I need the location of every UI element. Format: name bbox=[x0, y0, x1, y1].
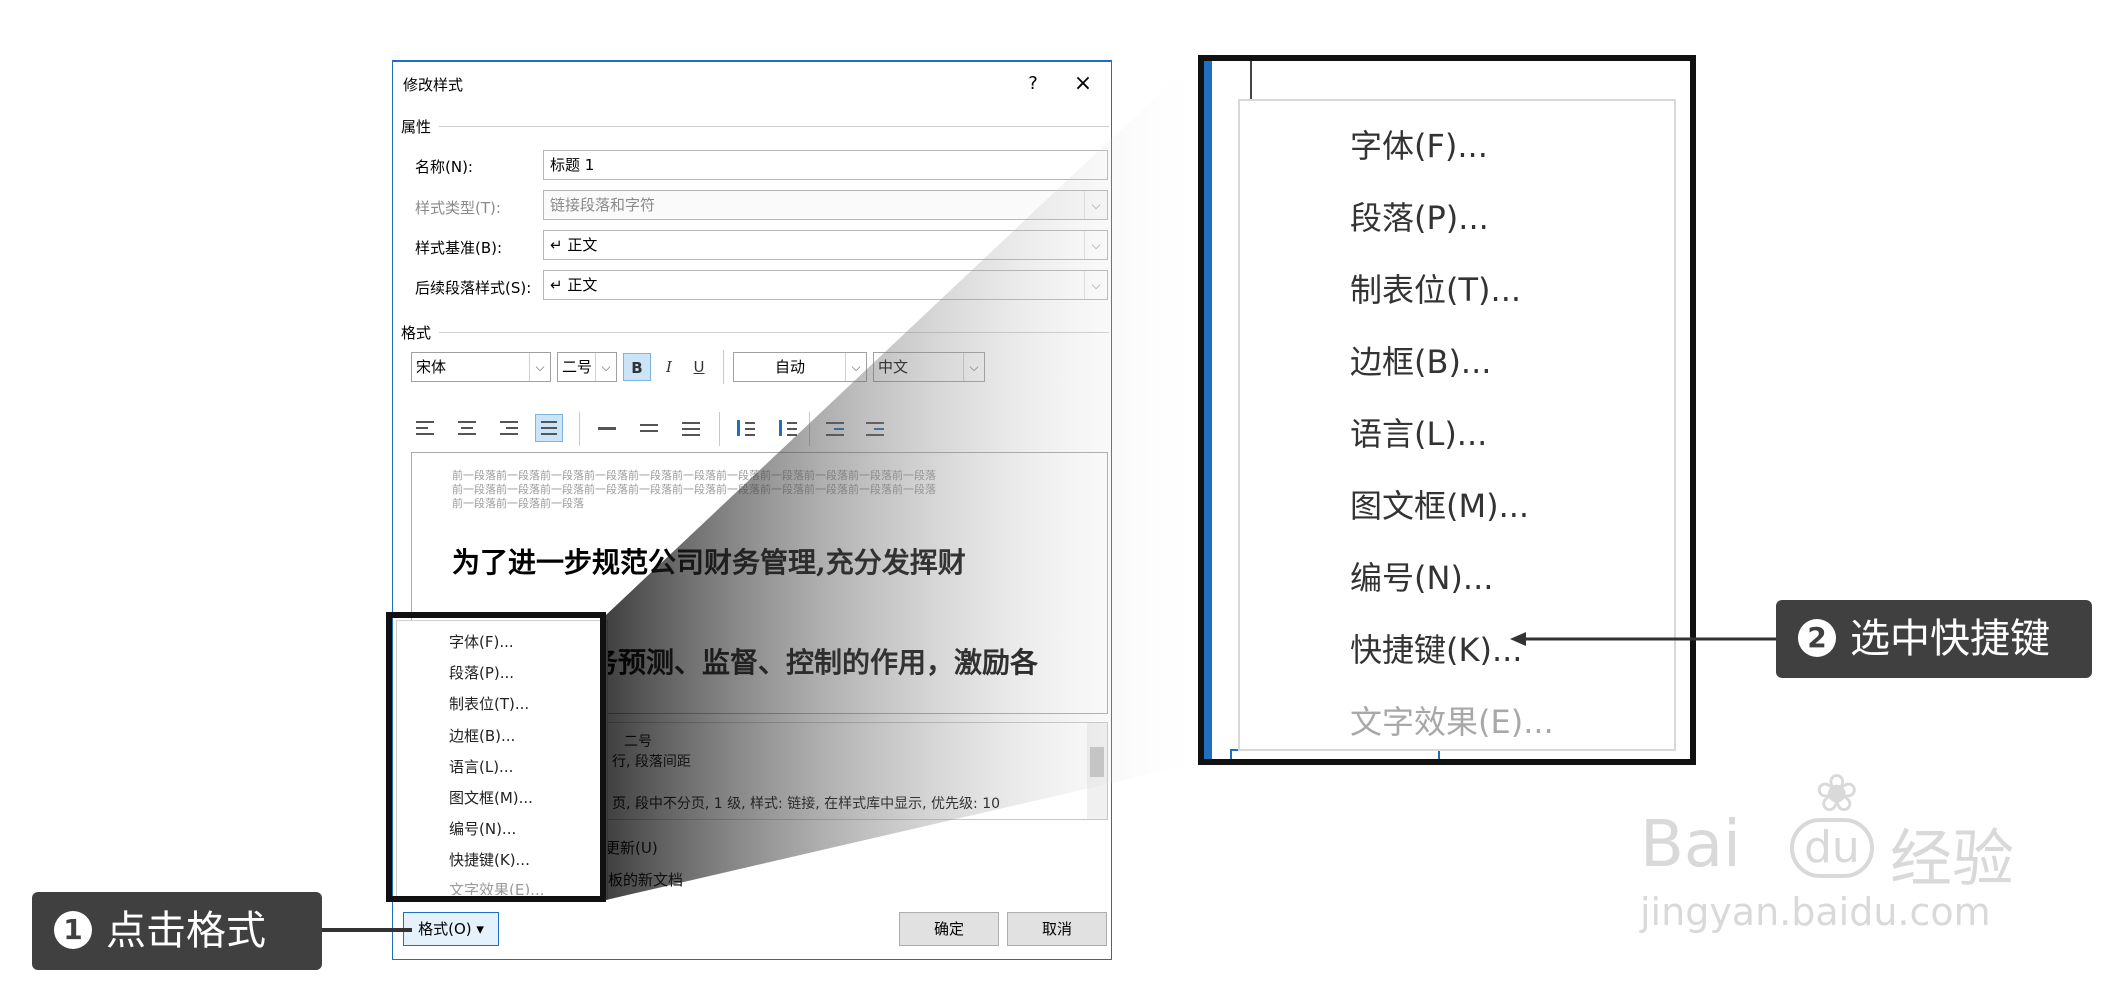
watermark-brand-b: du bbox=[1790, 818, 1874, 878]
step-2-callout: 2 选中快捷键 bbox=[1776, 600, 2092, 678]
step-1-callout: 1 点击格式 bbox=[32, 892, 322, 970]
step-2-text: 选中快捷键 bbox=[1850, 616, 2050, 662]
step-2-number: 2 bbox=[1798, 619, 1836, 657]
watermark-brand-c: 经验 bbox=[1890, 822, 2015, 895]
step-1-number: 1 bbox=[54, 911, 92, 949]
watermark-brand-a: Bai bbox=[1640, 808, 1741, 882]
watermark-url: jingyan.baidu.com bbox=[1640, 890, 1991, 934]
paw-icon: ❀ bbox=[1815, 764, 1859, 824]
step-1-text: 点击格式 bbox=[106, 908, 266, 954]
